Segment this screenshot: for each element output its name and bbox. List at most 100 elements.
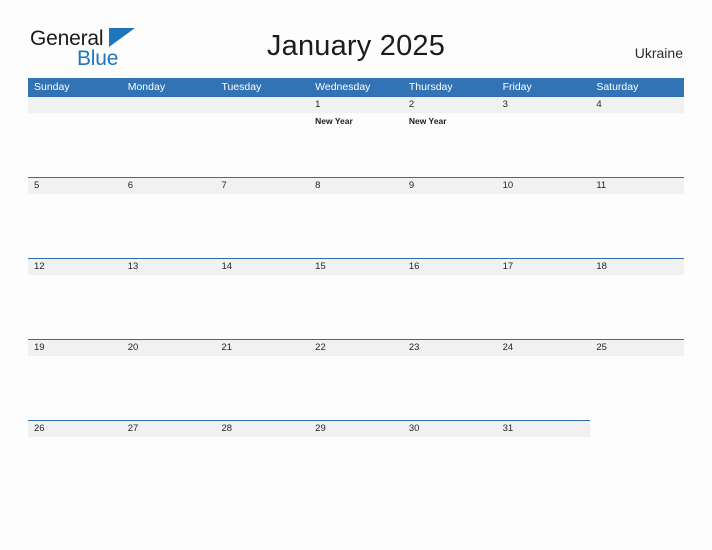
calendar-day-cell[interactable]: [121, 96, 216, 177]
day-band: [28, 96, 122, 113]
calendar-day-cell[interactable]: 11: [590, 177, 685, 258]
calendar-day-cell[interactable]: 25: [590, 339, 685, 420]
day-band: 2: [402, 96, 497, 113]
day-band: 8: [309, 177, 403, 194]
day-band: 23: [402, 339, 497, 356]
day-events: New Year: [309, 113, 403, 127]
day-band: 4: [590, 96, 685, 113]
weekday-header-tuesday: Tuesday: [221, 81, 262, 93]
weekday-header-monday: Monday: [127, 81, 166, 93]
day-events: [403, 356, 497, 359]
weekday-header-row: Sunday Monday Tuesday Wednesday Thursday Frid…: [28, 78, 684, 96]
day-events: [403, 275, 497, 278]
calendar-week-row: 1 New Year 2 New Year 3 4: [28, 96, 685, 177]
day-events: [309, 356, 403, 359]
calendar-day-cell[interactable]: 28: [215, 420, 310, 501]
calendar-day-cell[interactable]: 13: [121, 258, 216, 339]
calendar-day-cell[interactable]: 21: [215, 339, 310, 420]
day-events: [122, 113, 216, 116]
calendar-week-row: 26 27 28 29 30 31: [28, 420, 684, 501]
calendar-day-cell[interactable]: 2 New Year: [402, 96, 497, 177]
calendar-day-cell[interactable]: 27: [121, 420, 216, 501]
day-number: 8: [315, 180, 321, 191]
calendar-day-cell[interactable]: [28, 96, 122, 177]
day-number: 10: [502, 180, 514, 191]
calendar-day-cell[interactable]: 26: [28, 420, 122, 501]
day-number: 1: [315, 99, 321, 110]
page-title: January 2025: [266, 30, 446, 62]
calendar-day-cell[interactable]: 7: [215, 177, 310, 258]
calendar-day-cell[interactable]: [590, 420, 684, 501]
day-number: 17: [502, 261, 514, 272]
day-number: 16: [408, 261, 420, 272]
day-events: [215, 194, 309, 197]
day-events: [497, 275, 591, 278]
day-band: 20: [121, 339, 216, 356]
calendar-day-cell[interactable]: 5: [28, 177, 122, 258]
calendar-week-row: 5 6 7 8 9 10 11: [28, 177, 685, 258]
day-events: [403, 194, 497, 197]
day-number: 21: [221, 342, 233, 353]
day-band: 24: [496, 339, 591, 356]
calendar-day-cell[interactable]: 17: [496, 258, 591, 339]
day-events: [122, 194, 216, 197]
calendar-day-cell[interactable]: 16: [402, 258, 497, 339]
day-events: [28, 437, 122, 440]
calendar-day-cell[interactable]: 4: [590, 96, 685, 177]
day-number: 18: [596, 261, 607, 272]
day-number: 14: [221, 261, 233, 272]
day-events: [215, 356, 309, 359]
weekday-header-saturday: Saturday: [596, 81, 639, 93]
region-label: Ukraine: [634, 45, 683, 61]
calendar-day-cell[interactable]: 22: [309, 339, 403, 420]
day-band: 10: [496, 177, 591, 194]
calendar-day-cell[interactable]: 6: [121, 177, 216, 258]
calendar-day-cell[interactable]: 30: [402, 420, 497, 501]
day-number: 29: [315, 423, 326, 434]
calendar-week-row: 12 13 14 15 16 17 18: [28, 258, 685, 339]
day-number: 25: [596, 342, 607, 353]
day-band: [590, 420, 684, 437]
day-events: [215, 437, 309, 440]
day-band: 19: [28, 339, 122, 356]
calendar-day-cell[interactable]: 8: [309, 177, 403, 258]
day-band: 6: [121, 177, 216, 194]
calendar-day-cell[interactable]: 18: [590, 258, 685, 339]
day-events: [497, 437, 591, 440]
calendar-day-cell[interactable]: 1 New Year: [309, 96, 403, 177]
day-events: [590, 437, 684, 440]
day-number: 2: [408, 99, 415, 110]
calendar-day-cell[interactable]: 31: [496, 420, 591, 501]
calendar-day-cell[interactable]: [215, 96, 310, 177]
calendar-day-cell[interactable]: 29: [309, 420, 403, 501]
day-events: [497, 194, 591, 197]
day-number: 26: [34, 423, 45, 434]
calendar-day-cell[interactable]: 10: [496, 177, 591, 258]
day-events: [215, 275, 309, 278]
day-events: New Year: [403, 113, 497, 127]
day-number: 9: [408, 180, 415, 191]
calendar-day-cell[interactable]: 19: [28, 339, 122, 420]
day-events: [122, 437, 216, 440]
calendar-day-cell[interactable]: 12: [28, 258, 122, 339]
day-number: 4: [596, 99, 602, 110]
calendar-week-row: 19 20 21 22 23 24 25: [28, 339, 685, 420]
day-number: 6: [127, 180, 134, 191]
calendar-page: General Blue January 2025 Ukraine Sunday…: [0, 0, 712, 550]
calendar-day-cell[interactable]: 24: [496, 339, 591, 420]
calendar-day-cell[interactable]: 3: [496, 96, 591, 177]
day-number: 12: [34, 261, 45, 272]
day-number: 20: [127, 342, 139, 353]
day-events: [28, 275, 122, 278]
calendar-day-cell[interactable]: 20: [121, 339, 216, 420]
day-number: 31: [502, 423, 514, 434]
calendar-day-cell[interactable]: 23: [402, 339, 497, 420]
day-band: 13: [121, 258, 216, 275]
calendar-day-cell[interactable]: 9: [402, 177, 497, 258]
calendar-day-cell[interactable]: 14: [215, 258, 310, 339]
calendar-day-cell[interactable]: 15: [309, 258, 403, 339]
day-band: 22: [309, 339, 403, 356]
holiday-event: New Year: [408, 116, 447, 126]
day-band: 3: [496, 96, 591, 113]
day-events: [309, 275, 403, 278]
